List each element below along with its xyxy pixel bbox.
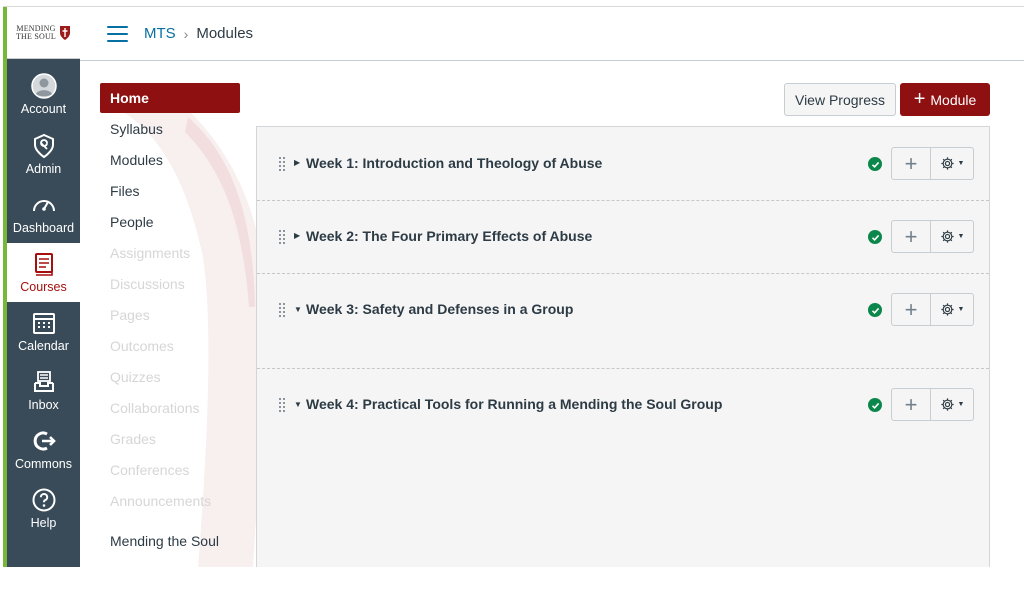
nav-label: Commons — [15, 457, 72, 471]
commons-icon — [33, 431, 56, 451]
global-nav-courses[interactable]: Courses — [7, 243, 80, 302]
plus-icon: + — [913, 87, 926, 110]
global-nav-admin[interactable]: Admin — [7, 125, 80, 184]
course-nav-discussions: Discussions — [110, 275, 185, 292]
breadcrumb-current: Modules — [196, 25, 254, 42]
breadcrumb-separator: › — [183, 25, 189, 42]
module-title[interactable]: Week 1: Introduction and Theology of Abu… — [306, 155, 602, 171]
nav-label: Inbox — [28, 398, 59, 412]
brand-logo[interactable]: MENDING THE SOUL — [7, 7, 80, 59]
nav-label: Help — [30, 516, 57, 530]
module-row: ▶ Week 1: Introduction and Theology of A… — [257, 127, 989, 201]
view-progress-button[interactable]: View Progress — [784, 83, 896, 116]
course-nav-people[interactable]: People — [100, 206, 240, 237]
drag-handle-icon[interactable] — [279, 398, 285, 412]
gear-icon — [940, 398, 954, 411]
drag-handle-icon[interactable] — [279, 157, 285, 171]
nav-label: Account — [20, 101, 67, 116]
course-nav-grades: Grades — [110, 430, 156, 447]
course-nav-files[interactable]: Files — [100, 175, 240, 206]
nav-label: Calendar — [18, 339, 69, 353]
course-nav-quizzes: Quizzes — [110, 368, 161, 385]
nav-label: Dashboard — [12, 221, 75, 235]
shield-icon — [33, 133, 54, 159]
inbox-icon — [33, 371, 54, 392]
module-settings-button[interactable]: ▼ — [930, 388, 974, 421]
speedometer-icon — [32, 200, 55, 212]
gear-icon — [940, 303, 954, 316]
module-settings-button[interactable]: ▼ — [930, 220, 974, 253]
page-header: MTS › Modules — [80, 7, 1024, 61]
collapsed-caret-icon[interactable]: ▶ — [294, 158, 300, 167]
global-nav-dashboard[interactable]: Dashboard — [7, 184, 80, 243]
course-nav-pages: Pages — [110, 306, 150, 323]
module-title[interactable]: Week 4: Practical Tools for Running a Me… — [306, 396, 722, 412]
module-settings-button[interactable]: ▼ — [930, 147, 974, 180]
module-title[interactable]: Week 2: The Four Primary Effects of Abus… — [306, 228, 592, 244]
collapsed-caret-icon[interactable]: ▶ — [294, 231, 300, 240]
module-row: ▼ Week 3: Safety and Defenses in a Group… — [257, 274, 989, 369]
module-title[interactable]: Week 3: Safety and Defenses in a Group — [306, 301, 573, 317]
course-nav-syllabus[interactable]: Syllabus — [100, 113, 240, 144]
page: MENDING THE SOUL Account Admin Dashboard… — [0, 0, 1024, 598]
published-check-icon[interactable] — [868, 303, 882, 317]
logo-shield-icon — [60, 25, 71, 40]
question-icon — [32, 488, 55, 512]
global-nav-commons[interactable]: Commons — [7, 420, 80, 479]
published-check-icon[interactable] — [868, 230, 882, 244]
course-nav-announcements: Announcements — [110, 492, 212, 509]
global-nav-inbox[interactable]: Inbox — [7, 361, 80, 420]
gear-icon — [940, 230, 954, 243]
module-settings-button[interactable]: ▼ — [930, 293, 974, 326]
global-nav-account[interactable]: Account — [7, 59, 80, 125]
global-nav-help[interactable]: Help — [7, 479, 80, 538]
published-check-icon[interactable] — [868, 398, 882, 412]
course-nav-conferences: Conferences — [110, 461, 190, 478]
chevron-down-icon: ▼ — [957, 401, 965, 408]
modules-panel: ▶ Week 1: Introduction and Theology of A… — [256, 126, 990, 567]
book-icon — [34, 253, 53, 276]
add-item-button[interactable]: + — [891, 293, 931, 326]
add-item-button[interactable]: + — [891, 147, 931, 180]
module-row: ▶ Week 2: The Four Primary Effects of Ab… — [257, 201, 989, 274]
drag-handle-icon[interactable] — [279, 230, 285, 244]
nav-label: Admin — [25, 162, 62, 176]
global-nav-calendar[interactable]: Calendar — [7, 302, 80, 361]
gear-icon — [940, 157, 954, 170]
avatar-icon — [30, 72, 57, 99]
course-nav-assignments: Assignments — [110, 244, 191, 261]
app-window: MENDING THE SOUL Account Admin Dashboard… — [3, 6, 1024, 567]
course-nav: Home Syllabus Modules Files People Assig… — [100, 83, 240, 563]
course-nav-home[interactable]: Home — [100, 83, 240, 113]
add-item-button[interactable]: + — [891, 388, 931, 421]
add-module-label: Module — [930, 91, 977, 108]
course-nav-collaborations: Collaborations — [110, 399, 200, 416]
expanded-caret-icon[interactable]: ▼ — [294, 400, 302, 409]
add-item-button[interactable]: + — [891, 220, 931, 253]
hamburger-menu-icon[interactable] — [107, 25, 128, 42]
global-nav: MENDING THE SOUL Account Admin Dashboard… — [3, 7, 80, 567]
course-nav-mending-the-soul[interactable]: Mending the Soul — [100, 519, 240, 563]
nav-label: Courses — [20, 280, 67, 294]
calendar-icon — [32, 313, 55, 334]
module-row: ▼ Week 4: Practical Tools for Running a … — [257, 369, 989, 489]
breadcrumb: MTS › Modules — [144, 25, 253, 42]
chevron-down-icon: ▼ — [957, 306, 965, 313]
chevron-down-icon: ▼ — [957, 160, 965, 167]
expanded-caret-icon[interactable]: ▼ — [294, 305, 302, 314]
drag-handle-icon[interactable] — [279, 303, 285, 317]
logo-wordmark: MENDING THE SOUL — [15, 23, 57, 41]
add-module-button[interactable]: + Module — [900, 83, 990, 116]
chevron-down-icon: ▼ — [957, 233, 965, 240]
published-check-icon[interactable] — [868, 157, 882, 171]
course-nav-outcomes: Outcomes — [110, 337, 174, 354]
course-nav-modules[interactable]: Modules — [100, 144, 240, 175]
breadcrumb-course-link[interactable]: MTS — [144, 25, 176, 42]
